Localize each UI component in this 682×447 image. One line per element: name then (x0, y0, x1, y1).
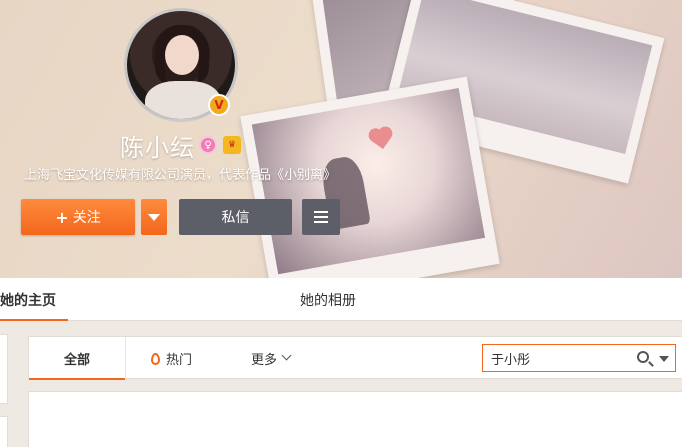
tab-homepage[interactable]: 她的主页 (0, 278, 68, 321)
feed-tab-hot-label: 热门 (166, 352, 193, 368)
follow-button[interactable]: + 关注 (21, 199, 135, 235)
search-icon[interactable] (637, 351, 649, 363)
tab-album[interactable]: 她的相册 (300, 278, 356, 321)
menu-icon (314, 211, 328, 213)
feed-tab-all-label: 全部 (63, 352, 90, 368)
feed-filter-bar: 全部 热门 更多 (28, 336, 682, 380)
search-dropdown-icon[interactable] (659, 356, 669, 362)
chevron-down-icon (281, 350, 292, 360)
feed-card (28, 391, 682, 447)
feed-tab-all[interactable]: 全部 (29, 337, 126, 380)
profile-cover: V 陈小纭 ♀ ♛ 上海飞宝文化传媒有限公司演员，代表作品《小别离》 + 关注 … (0, 0, 682, 278)
feed-tab-hot[interactable]: 热门 (151, 337, 192, 379)
caret-down-icon (148, 213, 160, 221)
profile-name: 陈小纭 (120, 134, 195, 162)
message-button-label: 私信 (221, 210, 250, 226)
message-button[interactable]: 私信 (179, 199, 292, 235)
vip-member-icon[interactable]: ♛ (223, 136, 241, 154)
verified-badge-icon: V (208, 94, 230, 116)
more-menu-button[interactable] (302, 199, 340, 235)
feed-tab-more-label: 更多 (251, 352, 278, 368)
follow-button-label: 关注 (72, 210, 101, 226)
female-icon: ♀ (199, 136, 217, 154)
left-sidebar-card (0, 416, 8, 447)
feed-tab-more[interactable]: 更多 (251, 337, 292, 379)
plus-icon: + (55, 207, 69, 227)
follow-options-button[interactable] (141, 199, 167, 235)
left-sidebar-card (0, 334, 8, 404)
feed-search-box (482, 344, 676, 372)
feed-search-input[interactable] (491, 346, 631, 370)
fire-icon (151, 353, 160, 365)
profile-nav: 她的主页 她的相册 (0, 278, 682, 321)
profile-bio: 上海飞宝文化传媒有限公司演员，代表作品《小别离》 (24, 168, 337, 183)
